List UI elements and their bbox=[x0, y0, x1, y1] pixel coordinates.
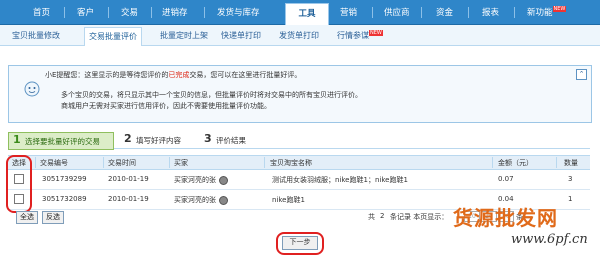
page-info-prefix: 共 bbox=[368, 213, 375, 221]
item-name[interactable]: 测试用女装羽绒服；nike跑鞋1；nike跑鞋1 bbox=[272, 175, 408, 185]
new-badge: NEW bbox=[552, 6, 567, 12]
next-step-button[interactable]: 下一步 bbox=[282, 236, 318, 250]
new-badge: NEW bbox=[369, 30, 383, 36]
quantity: 3 bbox=[568, 175, 573, 183]
col-divider bbox=[264, 157, 265, 168]
wangwang-chat-icon[interactable] bbox=[219, 195, 228, 205]
tip-line-2: 多个宝贝的交易，将只显示其中一个宝贝的信息，但批量评价时将对交易中的所有宝贝进行… bbox=[61, 91, 362, 99]
step-1-active: 1 选择要批量好评的交易 bbox=[8, 132, 114, 150]
tip-line-1-prefix: 小E提醒您：这里显示的是等待您评价的 bbox=[45, 71, 169, 79]
col-trade-no: 交易编号 bbox=[40, 159, 68, 167]
nav-divider bbox=[204, 7, 205, 18]
step-3-number: 3 bbox=[204, 132, 212, 145]
tip-box: 小E提醒您：这里显示的是等待您评价的已完成交易，您可以在这里进行批量好评。 多个… bbox=[8, 65, 592, 123]
subnav-invoice-print[interactable]: 发货单打印 bbox=[279, 30, 319, 41]
subnav-express-print[interactable]: 快递单打印 bbox=[221, 30, 261, 41]
step-1-label: 选择要批量好评的交易 bbox=[25, 137, 100, 146]
col-amount: 金额（元） bbox=[498, 159, 533, 167]
buyer-name[interactable]: 买家河亮的张 bbox=[174, 176, 216, 184]
subnav-scheduled-listing[interactable]: 批量定时上架 bbox=[160, 30, 208, 41]
collapse-icon[interactable]: ⌃ bbox=[576, 69, 587, 80]
nav-divider bbox=[108, 7, 109, 18]
trade-time: 2010-01-19 bbox=[108, 175, 149, 183]
amount: 0.07 bbox=[498, 175, 514, 183]
nav-funds[interactable]: 资金 bbox=[436, 6, 453, 18]
subnav-market-advisor-label: 行情参谋 bbox=[337, 31, 369, 40]
col-divider bbox=[169, 157, 170, 168]
subnav-batch-review-active[interactable]: 交易批量评价 bbox=[84, 27, 142, 46]
nav-marketing[interactable]: 营销 bbox=[340, 6, 357, 18]
col-item-name: 宝贝淘宝名称 bbox=[270, 159, 312, 167]
step-3-label: 评价结果 bbox=[216, 136, 246, 145]
top-nav: 首页 客户 交易 进销存 发货与库存 工具 营销 供应商 资金 报表 新功能NE… bbox=[0, 0, 600, 25]
nav-tools-label: 工具 bbox=[298, 9, 316, 19]
nav-divider bbox=[421, 7, 422, 18]
buyer-cell: 买家河亮的张 bbox=[174, 175, 228, 185]
col-divider bbox=[35, 157, 36, 168]
col-divider bbox=[556, 157, 557, 168]
mascot-icon bbox=[24, 81, 40, 97]
buyer-name[interactable]: 买家河亮的张 bbox=[174, 196, 216, 204]
watermark-brand: 货源批发网 bbox=[453, 206, 558, 230]
trade-time: 2010-01-19 bbox=[108, 195, 149, 203]
col-trade-time: 交易时间 bbox=[108, 159, 136, 167]
col-divider bbox=[492, 157, 493, 168]
nav-home[interactable]: 首页 bbox=[33, 6, 50, 18]
watermark-url: www.6pf.cn bbox=[511, 232, 588, 247]
nav-divider bbox=[468, 7, 469, 18]
item-name[interactable]: nike跑鞋1 bbox=[272, 195, 305, 205]
nav-tools-active[interactable]: 工具 bbox=[285, 3, 329, 25]
tip-line-1-suffix: 交易，您可以在这里进行批量好评。 bbox=[189, 71, 302, 79]
nav-divider bbox=[372, 7, 373, 18]
quantity: 1 bbox=[568, 195, 573, 203]
subnav-batch-edit[interactable]: 宝贝批量修改 bbox=[12, 30, 60, 41]
col-buyer: 买家 bbox=[174, 159, 188, 167]
nav-new-features-label: 新功能 bbox=[527, 8, 553, 18]
subnav-market-advisor[interactable]: 行情参谋NEW bbox=[337, 30, 383, 41]
sub-nav: 宝贝批量修改 交易批量评价 批量定时上架 快递单打印 发货单打印 行情参谋NEW bbox=[0, 25, 600, 46]
highlight-select-column bbox=[6, 155, 32, 213]
page-info-mid: 条记录 本页显示： bbox=[390, 213, 449, 221]
nav-divider bbox=[64, 7, 65, 18]
trade-no: 3051739299 bbox=[42, 175, 87, 183]
col-divider bbox=[103, 157, 104, 168]
tip-line-3: 商城用户无需对买家进行信用评价，因此不需要使用批量评价功能。 bbox=[61, 102, 271, 110]
step-2-number: 2 bbox=[124, 132, 132, 145]
nav-reports[interactable]: 报表 bbox=[482, 6, 499, 18]
step-2-label: 填写好评内容 bbox=[136, 136, 181, 145]
nav-trade[interactable]: 交易 bbox=[121, 6, 138, 18]
invert-selection-button[interactable]: 反选 bbox=[42, 211, 64, 224]
nav-inventory[interactable]: 进销存 bbox=[162, 6, 188, 18]
nav-divider bbox=[514, 7, 515, 18]
nav-supplier[interactable]: 供应商 bbox=[384, 6, 410, 18]
trade-no: 3051732089 bbox=[42, 195, 87, 203]
buyer-cell: 买家河亮的张 bbox=[174, 195, 228, 205]
tip-line-1: 小E提醒您：这里显示的是等待您评价的已完成交易，您可以在这里进行批量好评。 bbox=[45, 70, 301, 80]
step-indicator: 1 选择要批量好评的交易 2 填写好评内容 3 评价结果 bbox=[8, 132, 590, 150]
nav-shipping[interactable]: 发货与库存 bbox=[217, 6, 260, 18]
record-total: 2 bbox=[380, 212, 385, 220]
nav-divider bbox=[151, 7, 152, 18]
step-1-number: 1 bbox=[13, 133, 21, 146]
select-all-button[interactable]: 全选 bbox=[16, 211, 38, 224]
table-row: 3051739299 2010-01-19 买家河亮的张 测试用女装羽绒服；ni… bbox=[8, 170, 590, 190]
table-header: 选择 交易编号 交易时间 买家 宝贝淘宝名称 金额（元） 数量 bbox=[8, 155, 590, 170]
nav-new-features[interactable]: 新功能NEW bbox=[527, 6, 567, 18]
wangwang-chat-icon[interactable] bbox=[219, 175, 228, 185]
tip-completed-highlight: 已完成 bbox=[168, 71, 190, 79]
col-quantity: 数量 bbox=[564, 159, 578, 167]
nav-customer[interactable]: 客户 bbox=[77, 6, 94, 18]
